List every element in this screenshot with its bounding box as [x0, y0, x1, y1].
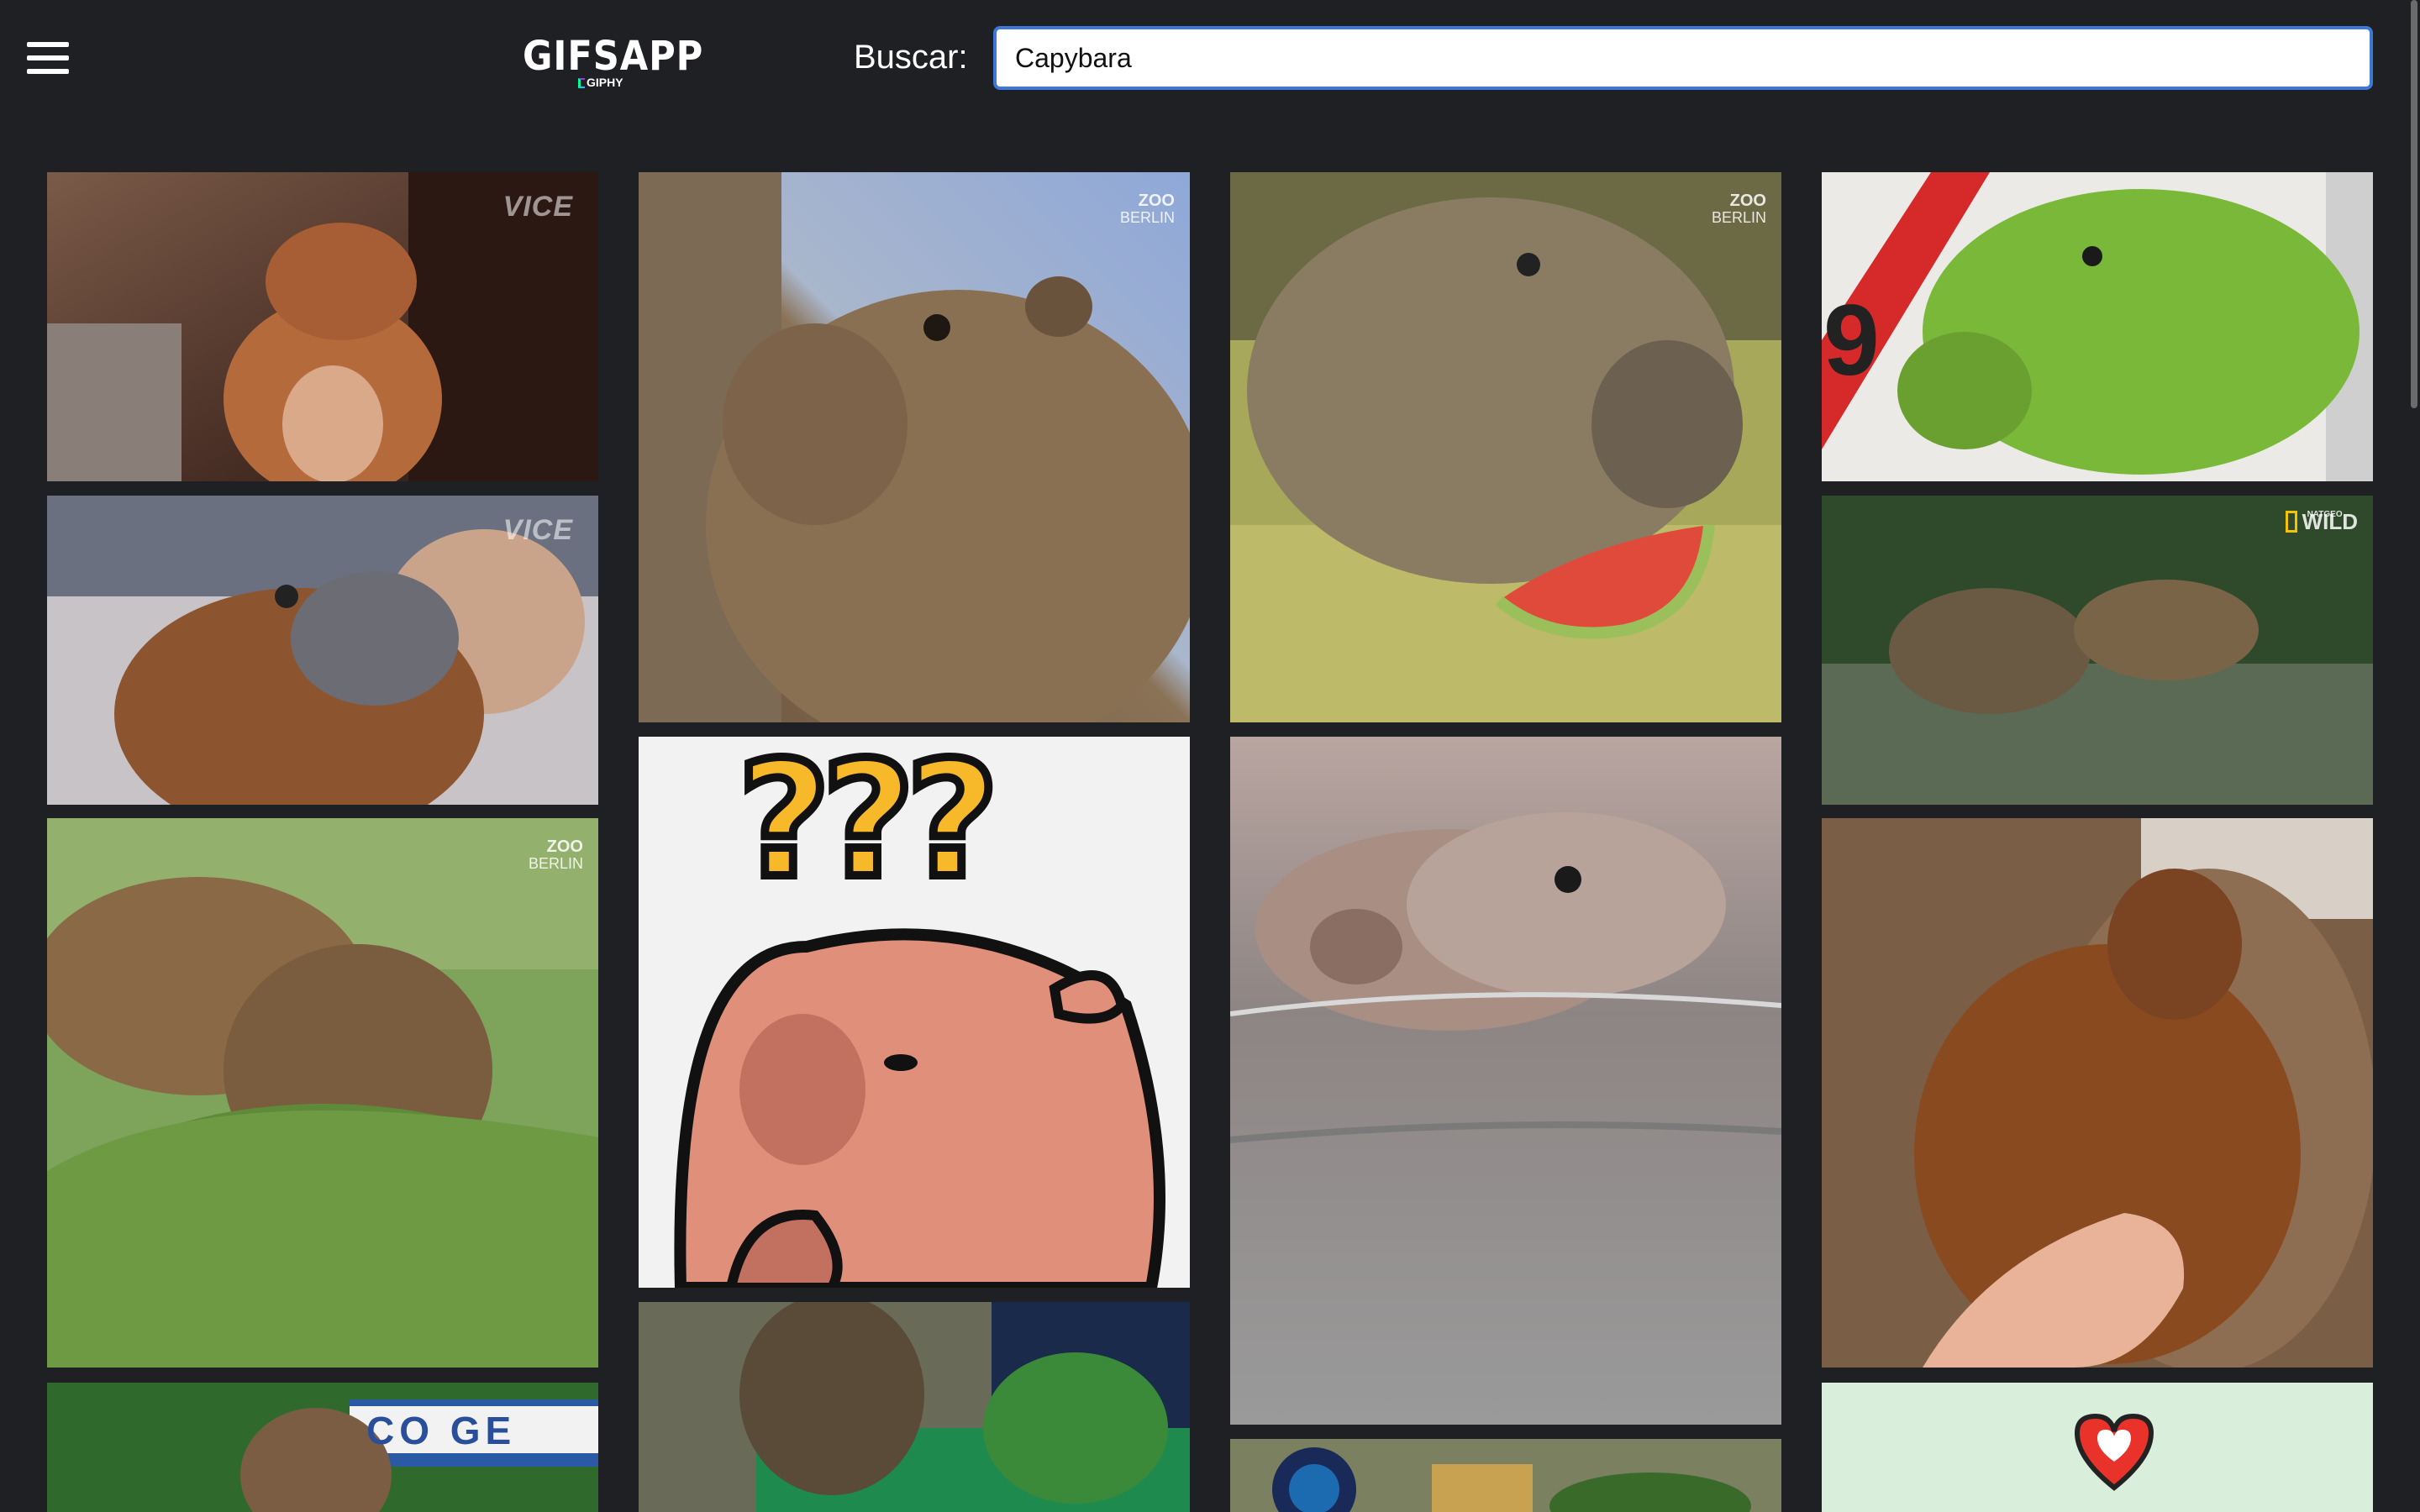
- question-marks: ???: [734, 737, 1003, 917]
- logo-title: GIFSAPP: [523, 33, 704, 80]
- watermark-line1: ZOO: [1138, 192, 1175, 210]
- watermark-line2: BERLIN: [1119, 209, 1175, 226]
- watermark-line1: ZOO: [1729, 192, 1766, 210]
- gif-watermark: VICE: [502, 191, 573, 223]
- gif-item[interactable]: [1230, 1439, 1781, 1512]
- gif-watermark: ZOO BERLIN: [529, 838, 583, 872]
- gif-image: [1230, 172, 1781, 722]
- gif-item[interactable]: ZOO BERLIN: [47, 818, 598, 1368]
- watermark-line1: ZOO: [546, 837, 583, 856]
- gif-watermark: NATGEO WILD: [2285, 510, 2358, 533]
- gif-item[interactable]: CO GE: [47, 1383, 598, 1512]
- gif-image: [1822, 818, 2373, 1368]
- gif-item[interactable]: VICE: [47, 496, 598, 805]
- gif-item[interactable]: [1230, 737, 1781, 1425]
- gif-image: [1822, 172, 2373, 481]
- logo-subtitle: GIPHY: [578, 76, 623, 89]
- gif-image: [1822, 496, 2373, 805]
- gif-watermark: ZOO BERLIN: [1120, 192, 1175, 226]
- gif-item[interactable]: NATGEO WILD: [1822, 496, 2373, 805]
- gif-watermark: ZOO BERLIN: [1712, 192, 1766, 226]
- watermark-line2: BERLIN: [528, 855, 583, 872]
- gif-image: [639, 1302, 1190, 1512]
- watermark-line2: BERLIN: [1711, 209, 1766, 226]
- gif-watermark: VICE: [502, 514, 573, 546]
- gif-image: [639, 172, 1190, 722]
- hamburger-menu-icon[interactable]: [24, 39, 72, 77]
- gif-watermark: CO GE: [366, 1409, 517, 1452]
- gif-image: [1822, 1383, 2373, 1512]
- watermark-small: NATGEO: [2307, 510, 2343, 519]
- gif-item[interactable]: 9: [1822, 172, 2373, 481]
- gif-image: [47, 818, 598, 1368]
- gif-image: [1230, 1439, 1781, 1512]
- giphy-logo-icon: [578, 78, 585, 88]
- gif-item[interactable]: [639, 1302, 1190, 1512]
- gif-item[interactable]: ZOO BERLIN: [1230, 172, 1781, 722]
- natgeo-logo-icon: [2285, 511, 2297, 533]
- gif-watermark: 9: [1823, 284, 1880, 396]
- gif-item[interactable]: [1822, 818, 2373, 1368]
- gif-item[interactable]: ???: [639, 737, 1190, 1288]
- search-input[interactable]: [993, 26, 2373, 90]
- scrollbar[interactable]: [2408, 0, 2420, 1512]
- gif-item[interactable]: ZOO BERLIN: [639, 172, 1190, 722]
- search-label: Buscar:: [854, 39, 968, 76]
- gif-item[interactable]: VICE: [47, 172, 598, 481]
- scrollbar-thumb[interactable]: [2411, 0, 2417, 408]
- gif-item[interactable]: [1822, 1383, 2373, 1512]
- gif-image: [1230, 737, 1781, 1425]
- app-logo[interactable]: GIFSAPP GIPHY: [523, 32, 702, 91]
- logo-sub-text: GIPHY: [587, 76, 623, 89]
- app-header: GIFSAPP GIPHY Buscar:: [0, 0, 2420, 118]
